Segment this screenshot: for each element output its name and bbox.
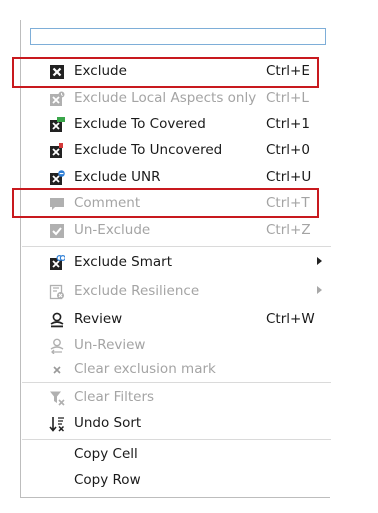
menu-item-label: Copy Cell	[74, 446, 138, 462]
menu-item-label: Exclude Resilience	[74, 283, 200, 299]
menu-separator	[22, 439, 331, 440]
clear-mark-icon	[53, 366, 61, 374]
menu-item-clear-exclusion-mark[interactable]: Clear exclusion mark	[21, 357, 331, 383]
review-icon	[50, 312, 64, 328]
menu-item-un-review[interactable]: Un-Review	[21, 333, 331, 359]
undo-sort-icon	[49, 417, 65, 432]
menu-item-label: Exclude Smart	[74, 254, 173, 270]
menu-item-exclude-resilience[interactable]: Exclude Resilience	[21, 279, 331, 305]
menu-item-label: Exclude To Covered	[74, 116, 206, 132]
menu-item-clear-filters[interactable]: Clear Filters	[21, 385, 331, 411]
menu-search-input[interactable]	[30, 28, 326, 45]
menu-item-shortcut: Ctrl+Z	[266, 222, 311, 238]
menu-item-copy-cell[interactable]: Copy Cell	[21, 442, 331, 468]
exclude-covered-icon	[50, 117, 65, 132]
menu-item-review[interactable]: Review Ctrl+W	[21, 307, 331, 333]
menu-item-label: Clear Filters	[74, 389, 155, 405]
menu-item-shortcut: Ctrl+0	[266, 142, 310, 158]
menu-item-label: Un-Review	[74, 337, 146, 353]
menu-item-shortcut: Ctrl+W	[266, 311, 315, 327]
highlight-box-exclude	[12, 57, 319, 88]
menu-item-label: Exclude UNR	[74, 169, 161, 185]
menu-item-copy-row[interactable]: Copy Row	[21, 468, 331, 494]
menu-item-label: Exclude To Uncovered	[74, 142, 223, 158]
menu-item-label: Review	[74, 311, 123, 327]
menu-item-label: Undo Sort	[74, 415, 142, 431]
exclude-resilience-icon	[49, 284, 64, 300]
context-menu: Exclude Ctrl+E Exclude Local Aspects onl…	[20, 20, 331, 498]
submenu-arrow-icon	[317, 257, 322, 265]
un-exclude-icon	[50, 224, 64, 238]
clear-filters-icon	[50, 391, 65, 406]
exclude-smart-icon	[50, 255, 65, 270]
menu-item-label: Copy Row	[74, 472, 141, 488]
menu-item-exclude-to-uncovered[interactable]: Exclude To Uncovered Ctrl+0	[21, 138, 331, 164]
menu-item-exclude-local-aspects[interactable]: Exclude Local Aspects only Ctrl+L	[21, 86, 331, 112]
menu-item-exclude-smart[interactable]: Exclude Smart	[21, 250, 331, 276]
exclude-unr-icon	[50, 170, 65, 185]
un-review-icon	[50, 338, 64, 354]
menu-item-shortcut: Ctrl+1	[266, 116, 310, 132]
menu-item-exclude-to-covered[interactable]: Exclude To Covered Ctrl+1	[21, 112, 331, 138]
menu-item-shortcut: Ctrl+U	[266, 169, 312, 185]
menu-item-label: Exclude Local Aspects only	[74, 90, 257, 106]
highlight-box-comment	[12, 188, 319, 218]
menu-item-label: Clear exclusion mark	[74, 361, 216, 377]
menu-item-undo-sort[interactable]: Undo Sort	[21, 411, 331, 437]
menu-separator	[22, 246, 331, 247]
exclude-local-icon	[50, 91, 65, 106]
submenu-arrow-icon	[317, 286, 322, 294]
exclude-uncovered-icon	[50, 143, 63, 158]
menu-item-label: Un-Exclude	[74, 222, 151, 238]
menu-item-shortcut: Ctrl+L	[266, 90, 309, 106]
menu-item-un-exclude[interactable]: Un-Exclude Ctrl+Z	[21, 218, 331, 244]
menu-separator	[22, 382, 331, 383]
